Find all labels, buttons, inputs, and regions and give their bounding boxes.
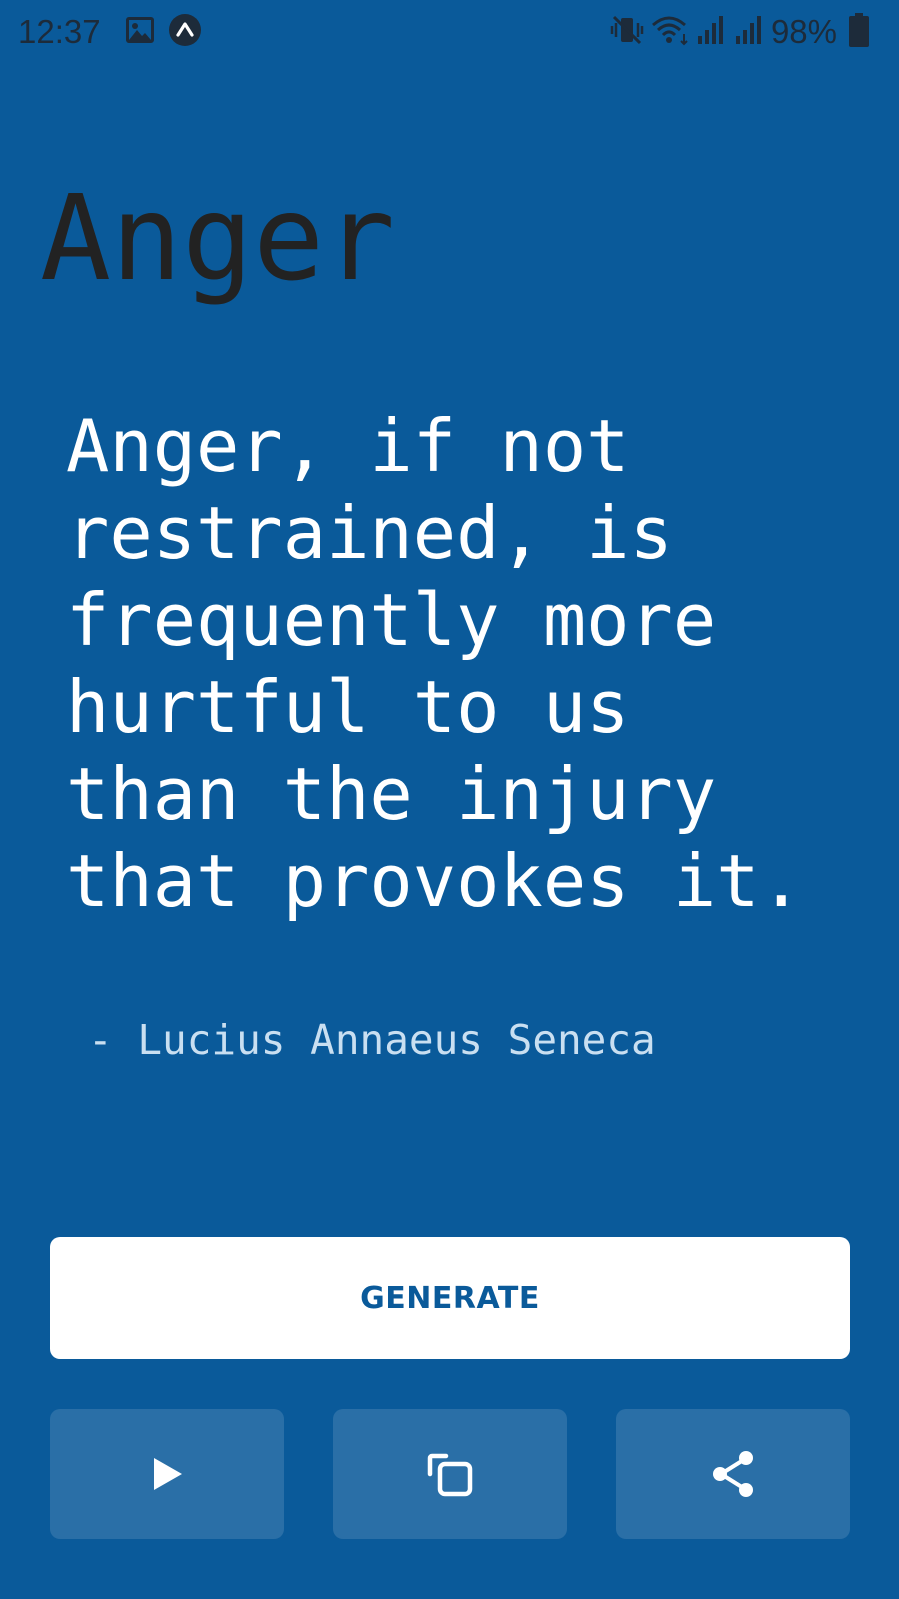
- share-icon: [713, 1451, 753, 1497]
- play-icon: [154, 1458, 182, 1490]
- share-button[interactable]: [616, 1409, 850, 1539]
- generate-button-label: GENERATE: [360, 1280, 540, 1316]
- quote-author: - Lucius Annaeus Seneca: [88, 1016, 656, 1064]
- signal-icon: [736, 16, 761, 44]
- image-icon: [126, 17, 154, 43]
- topic-title: Anger: [40, 169, 396, 307]
- play-button[interactable]: [50, 1409, 284, 1539]
- generate-button[interactable]: GENERATE: [50, 1237, 850, 1359]
- battery-percentage: 98%: [770, 13, 837, 50]
- copy-button[interactable]: [333, 1409, 567, 1539]
- copy-icon: [427, 1453, 473, 1497]
- status-time: 12:37: [18, 13, 101, 50]
- status-bar: 12:37 98%: [0, 0, 899, 64]
- quote-text: Anger, if not restrained, is frequently …: [66, 404, 803, 923]
- wifi-icon: [652, 16, 688, 46]
- signal-icon: [698, 16, 723, 44]
- battery-icon: [849, 13, 869, 47]
- app-notification-icon: [169, 14, 201, 46]
- vibrate-icon: [610, 15, 644, 45]
